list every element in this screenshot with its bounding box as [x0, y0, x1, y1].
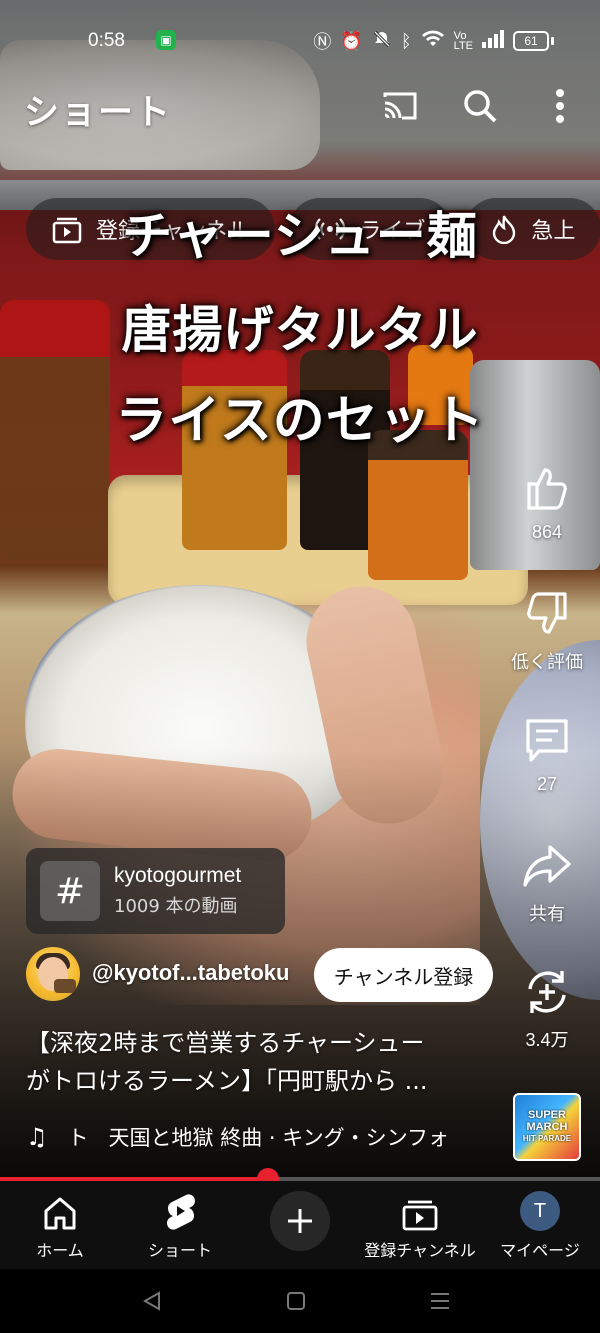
subscriptions-icon: [402, 1200, 438, 1231]
album-art-text: MARCH: [526, 1121, 568, 1133]
subscribe-button[interactable]: チャンネル登録: [314, 948, 493, 1002]
nfc-icon: Ⓝ: [313, 32, 332, 53]
thumb-up-icon: [527, 468, 567, 510]
back-icon: [142, 1291, 160, 1311]
comment-count: 27: [536, 774, 558, 794]
page-title: ショート: [24, 93, 173, 133]
bottom-nav: ホーム ショート 登録チャンネル T マイページ: [0, 1181, 600, 1269]
comment-icon: [526, 719, 568, 762]
search-button[interactable]: [458, 84, 502, 128]
more-vert-icon: [556, 89, 564, 123]
system-navigation-bar: [0, 1269, 600, 1333]
video-caption-line: ライスのセット: [115, 390, 485, 451]
hashtag-card[interactable]: # kyotogourmet 1009 本の動画: [26, 848, 285, 934]
video-caption-line: チャーシュー麺: [122, 206, 478, 265]
video-title-line: 【深夜2時まで営業するチャーシュー: [26, 1029, 425, 1057]
album-art-text: SUPER: [528, 1109, 566, 1121]
hashtag-video-count: 1009 本の動画: [114, 896, 238, 917]
battery-icon: 61: [513, 31, 554, 51]
app-notification-icon: ▣: [156, 30, 176, 50]
thumb-down-icon: [527, 592, 567, 634]
volte-icon: Vo LTE: [453, 30, 473, 52]
wifi-icon: [421, 30, 445, 53]
cast-button[interactable]: [378, 84, 422, 128]
home-system-button[interactable]: [276, 1283, 316, 1319]
cast-icon: [383, 92, 417, 120]
remix-count: 3.4万: [525, 1030, 569, 1050]
mute-icon: [372, 29, 392, 54]
nav-home[interactable]: ホーム: [0, 1181, 120, 1269]
nav-subscriptions[interactable]: 登録チャンネル: [360, 1181, 480, 1269]
channel-avatar[interactable]: [26, 947, 80, 1001]
like-count: 864: [531, 522, 563, 542]
create-icon: [288, 1209, 312, 1233]
back-button[interactable]: [132, 1283, 172, 1319]
music-prefix: ト: [67, 1126, 89, 1150]
dislike-label: 低く評価: [511, 652, 583, 672]
nav-label: 登録チャンネル: [364, 1241, 476, 1260]
avatar: T: [520, 1191, 560, 1231]
nav-my-page[interactable]: T マイページ: [480, 1181, 600, 1269]
like-button[interactable]: 864: [506, 460, 588, 543]
status-time: 0:58: [88, 30, 125, 51]
create-button[interactable]: [270, 1191, 330, 1251]
video-caption-line: 唐揚げタルタル: [121, 300, 479, 359]
nav-label: ホーム: [36, 1241, 84, 1260]
nav-label: ショート: [147, 1241, 212, 1260]
bluetooth-icon: ᛒ: [400, 30, 412, 52]
battery-level: 61: [513, 31, 549, 51]
square-icon: [287, 1292, 305, 1310]
home-icon: [44, 1197, 76, 1230]
status-bar: 0:58 ▣ Ⓝ ⏰ ᛒ Vo LTE 61: [0, 0, 600, 80]
more-options-button[interactable]: [538, 84, 582, 128]
shorts-icon: [167, 1194, 195, 1230]
signal-icon: [482, 29, 504, 53]
remix-button[interactable]: 3.4万: [506, 964, 588, 1052]
music-note-icon: ♫: [26, 1123, 48, 1151]
album-art-text: HIT PARADE: [522, 1134, 572, 1143]
music-track: 天国と地獄 終曲 · キング・シンフォ: [108, 1126, 449, 1150]
search-icon: [464, 90, 497, 123]
hashtag-name: kyotogourmet: [114, 864, 242, 887]
share-button[interactable]: 共有: [506, 838, 588, 926]
album-art[interactable]: SUPER MARCH HIT PARADE: [513, 1093, 581, 1161]
remix-icon: [528, 971, 566, 1013]
hashtag-icon: #: [40, 861, 100, 921]
nav-shorts[interactable]: ショート: [120, 1181, 240, 1269]
share-icon: [523, 845, 571, 887]
channel-handle[interactable]: @kyotof...tabetoku: [92, 960, 289, 986]
dislike-button[interactable]: 低く評価: [506, 586, 588, 674]
comments-button[interactable]: 27: [506, 712, 588, 795]
alarm-icon: ⏰: [340, 30, 363, 52]
status-icons: Ⓝ ⏰ ᛒ Vo LTE 61: [313, 28, 554, 54]
menu-icon: [431, 1293, 449, 1309]
recents-button[interactable]: [420, 1283, 460, 1319]
music-info[interactable]: ♫ ト 天国と地獄 終曲 · キング・シンフォ: [26, 1122, 449, 1152]
video-title-line: がトロけるラーメン】「円町駅から ...: [26, 1067, 428, 1095]
share-label: 共有: [529, 904, 565, 924]
video-title[interactable]: 【深夜2時まで営業するチャーシュー がトロけるラーメン】「円町駅から ...: [26, 1024, 496, 1100]
nav-label: マイページ: [500, 1241, 580, 1260]
